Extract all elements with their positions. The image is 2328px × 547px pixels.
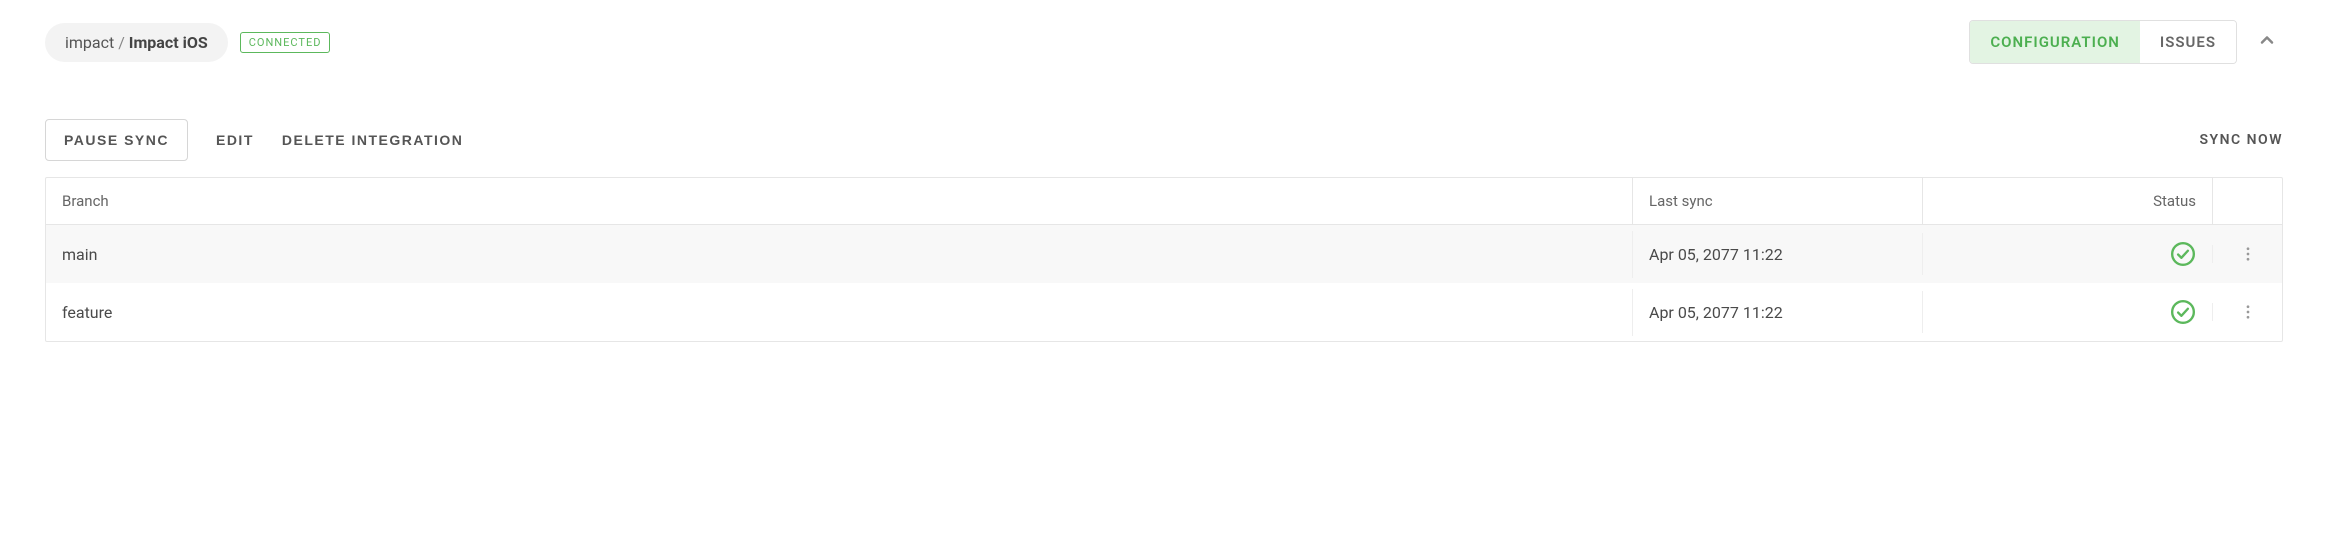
column-header-status: Status xyxy=(1922,178,2212,224)
cell-branch: feature xyxy=(46,289,1632,336)
breadcrumb[interactable]: impact / Impact iOS xyxy=(45,23,228,62)
delete-integration-button[interactable]: DELETE INTEGRATION xyxy=(282,132,464,148)
check-circle-icon xyxy=(2170,299,2196,325)
column-header-branch: Branch xyxy=(46,178,1632,224)
table-row: main Apr 05, 2077 11:22 xyxy=(46,225,2282,283)
table-body: main Apr 05, 2077 11:22 feature Apr 05, … xyxy=(46,225,2282,341)
tab-issues[interactable]: ISSUES xyxy=(2140,21,2236,63)
tab-group: CONFIGURATION ISSUES xyxy=(1969,20,2237,64)
actions-left: PAUSE SYNC EDIT DELETE INTEGRATION xyxy=(45,119,463,161)
cell-last-sync: Apr 05, 2077 11:22 xyxy=(1632,289,1922,336)
cell-menu xyxy=(2212,303,2282,321)
column-header-menu xyxy=(2212,178,2282,224)
pause-sync-button[interactable]: PAUSE SYNC xyxy=(45,119,188,161)
more-vertical-icon[interactable] xyxy=(2239,303,2257,321)
collapse-button[interactable] xyxy=(2251,24,2283,60)
column-header-last-sync: Last sync xyxy=(1632,178,1922,224)
cell-branch: main xyxy=(46,231,1632,278)
sync-now-button[interactable]: SYNC NOW xyxy=(2199,132,2283,148)
branches-table: Branch Last sync Status main Apr 05, 207… xyxy=(45,177,2283,342)
header-left: impact / Impact iOS CONNECTED xyxy=(45,23,330,62)
header: impact / Impact iOS CONNECTED CONFIGURAT… xyxy=(45,20,2283,64)
tab-configuration[interactable]: CONFIGURATION xyxy=(1970,21,2140,63)
cell-menu xyxy=(2212,245,2282,263)
table-header: Branch Last sync Status xyxy=(46,178,2282,225)
more-vertical-icon[interactable] xyxy=(2239,245,2257,263)
cell-last-sync: Apr 05, 2077 11:22 xyxy=(1632,231,1922,278)
breadcrumb-project: Impact iOS xyxy=(129,33,208,52)
edit-button[interactable]: EDIT xyxy=(216,132,254,148)
breadcrumb-separator: / xyxy=(118,33,129,52)
breadcrumb-org: impact xyxy=(65,33,114,52)
header-right: CONFIGURATION ISSUES xyxy=(1969,20,2283,64)
check-circle-icon xyxy=(2170,241,2196,267)
table-row: feature Apr 05, 2077 11:22 xyxy=(46,283,2282,341)
chevron-up-icon xyxy=(2257,30,2277,50)
cell-status xyxy=(1922,291,2212,333)
status-badge: CONNECTED xyxy=(240,32,331,53)
actions-row: PAUSE SYNC EDIT DELETE INTEGRATION SYNC … xyxy=(45,119,2283,161)
cell-status xyxy=(1922,233,2212,275)
